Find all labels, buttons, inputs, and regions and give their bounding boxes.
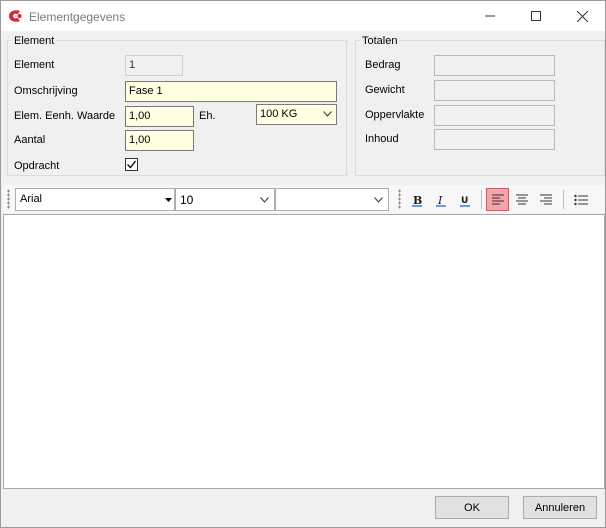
element-field: 1	[125, 55, 183, 76]
rich-text-editor[interactable]	[3, 214, 605, 489]
align-right-button[interactable]	[534, 188, 557, 211]
italic-button[interactable]: I	[429, 188, 452, 211]
ok-button[interactable]: OK	[435, 496, 509, 519]
omschrijving-label: Omschrijving	[14, 85, 78, 97]
bedrag-field	[434, 55, 555, 76]
bedrag-label: Bedrag	[365, 59, 401, 71]
style-select[interactable]	[275, 188, 389, 211]
eenheid-label: Eh.	[199, 110, 216, 122]
title-bar: Elementgegevens	[1, 1, 605, 31]
bold-icon: B	[411, 194, 422, 207]
aantal-label: Aantal	[14, 134, 46, 146]
opdracht-label: Opdracht	[14, 160, 60, 172]
align-left-button[interactable]	[486, 188, 509, 211]
chevron-down-icon	[260, 197, 269, 203]
toolbar-separator	[481, 190, 482, 209]
font-size-select[interactable]: 10	[175, 188, 275, 211]
dialog-window: Elementgegevens Element Element 1 Omschr…	[0, 0, 606, 528]
eenheid-select-value: 100 KG	[260, 108, 298, 120]
svg-text:U: U	[461, 196, 468, 206]
bold-button[interactable]: B	[405, 188, 428, 211]
font-size-value: 10	[180, 193, 194, 207]
caret-down-icon	[165, 198, 172, 202]
gewicht-label: Gewicht	[365, 84, 405, 96]
format-toolbar: Arial 10 B I U	[3, 185, 605, 213]
toolbar-separator	[563, 190, 564, 209]
oppervlakte-field	[434, 105, 555, 126]
align-right-icon	[539, 194, 552, 205]
minimize-button[interactable]	[467, 1, 513, 31]
app-logo-icon	[9, 10, 22, 22]
close-button[interactable]	[559, 1, 605, 31]
svg-text:I: I	[437, 194, 443, 207]
minimize-icon	[485, 15, 495, 17]
bullet-list-button[interactable]	[569, 188, 592, 211]
omschrijving-input[interactable]: Fase 1	[125, 81, 337, 102]
element-group-legend: Element	[12, 35, 57, 47]
window-title: Elementgegevens	[29, 10, 126, 24]
cancel-button[interactable]: Annuleren	[523, 496, 597, 519]
svg-text:B: B	[413, 194, 422, 207]
align-center-button[interactable]	[510, 188, 533, 211]
inhoud-field	[434, 129, 555, 150]
oppervlakte-label: Oppervlakte	[365, 109, 425, 121]
underline-icon: U	[459, 196, 470, 207]
checkmark-icon	[127, 160, 137, 169]
align-left-icon	[491, 194, 504, 205]
totals-group: Totalen Bedrag Gewicht Oppervlakte Inhou…	[355, 35, 605, 176]
inhoud-label: Inhoud	[365, 133, 399, 145]
element-label: Element	[14, 59, 55, 71]
font-name-select[interactable]: Arial	[15, 188, 175, 211]
element-group: Element Element 1 Omschrijving Fase 1 El…	[7, 35, 347, 176]
toolbar-grip[interactable]	[7, 189, 10, 209]
bullet-list-icon	[573, 194, 588, 205]
aantal-input[interactable]: 1,00	[125, 130, 194, 151]
waarde-label: Elem. Eenh. Waarde	[14, 110, 116, 122]
totals-group-legend: Totalen	[360, 35, 400, 47]
font-name-value: Arial	[20, 193, 43, 205]
toolbar-grip-2[interactable]	[398, 189, 401, 209]
maximize-icon	[531, 11, 541, 21]
chevron-down-icon	[323, 111, 332, 117]
opdracht-checkbox[interactable]	[125, 158, 138, 171]
underline-button[interactable]: U	[453, 188, 476, 211]
waarde-input[interactable]: 1,00	[125, 106, 194, 127]
align-center-icon	[515, 194, 528, 205]
maximize-button[interactable]	[513, 1, 559, 31]
italic-icon: I	[435, 194, 446, 207]
close-icon	[576, 10, 588, 22]
eenheid-select[interactable]: 100 KG	[256, 104, 337, 125]
chevron-down-icon	[374, 197, 383, 203]
gewicht-field	[434, 80, 555, 101]
